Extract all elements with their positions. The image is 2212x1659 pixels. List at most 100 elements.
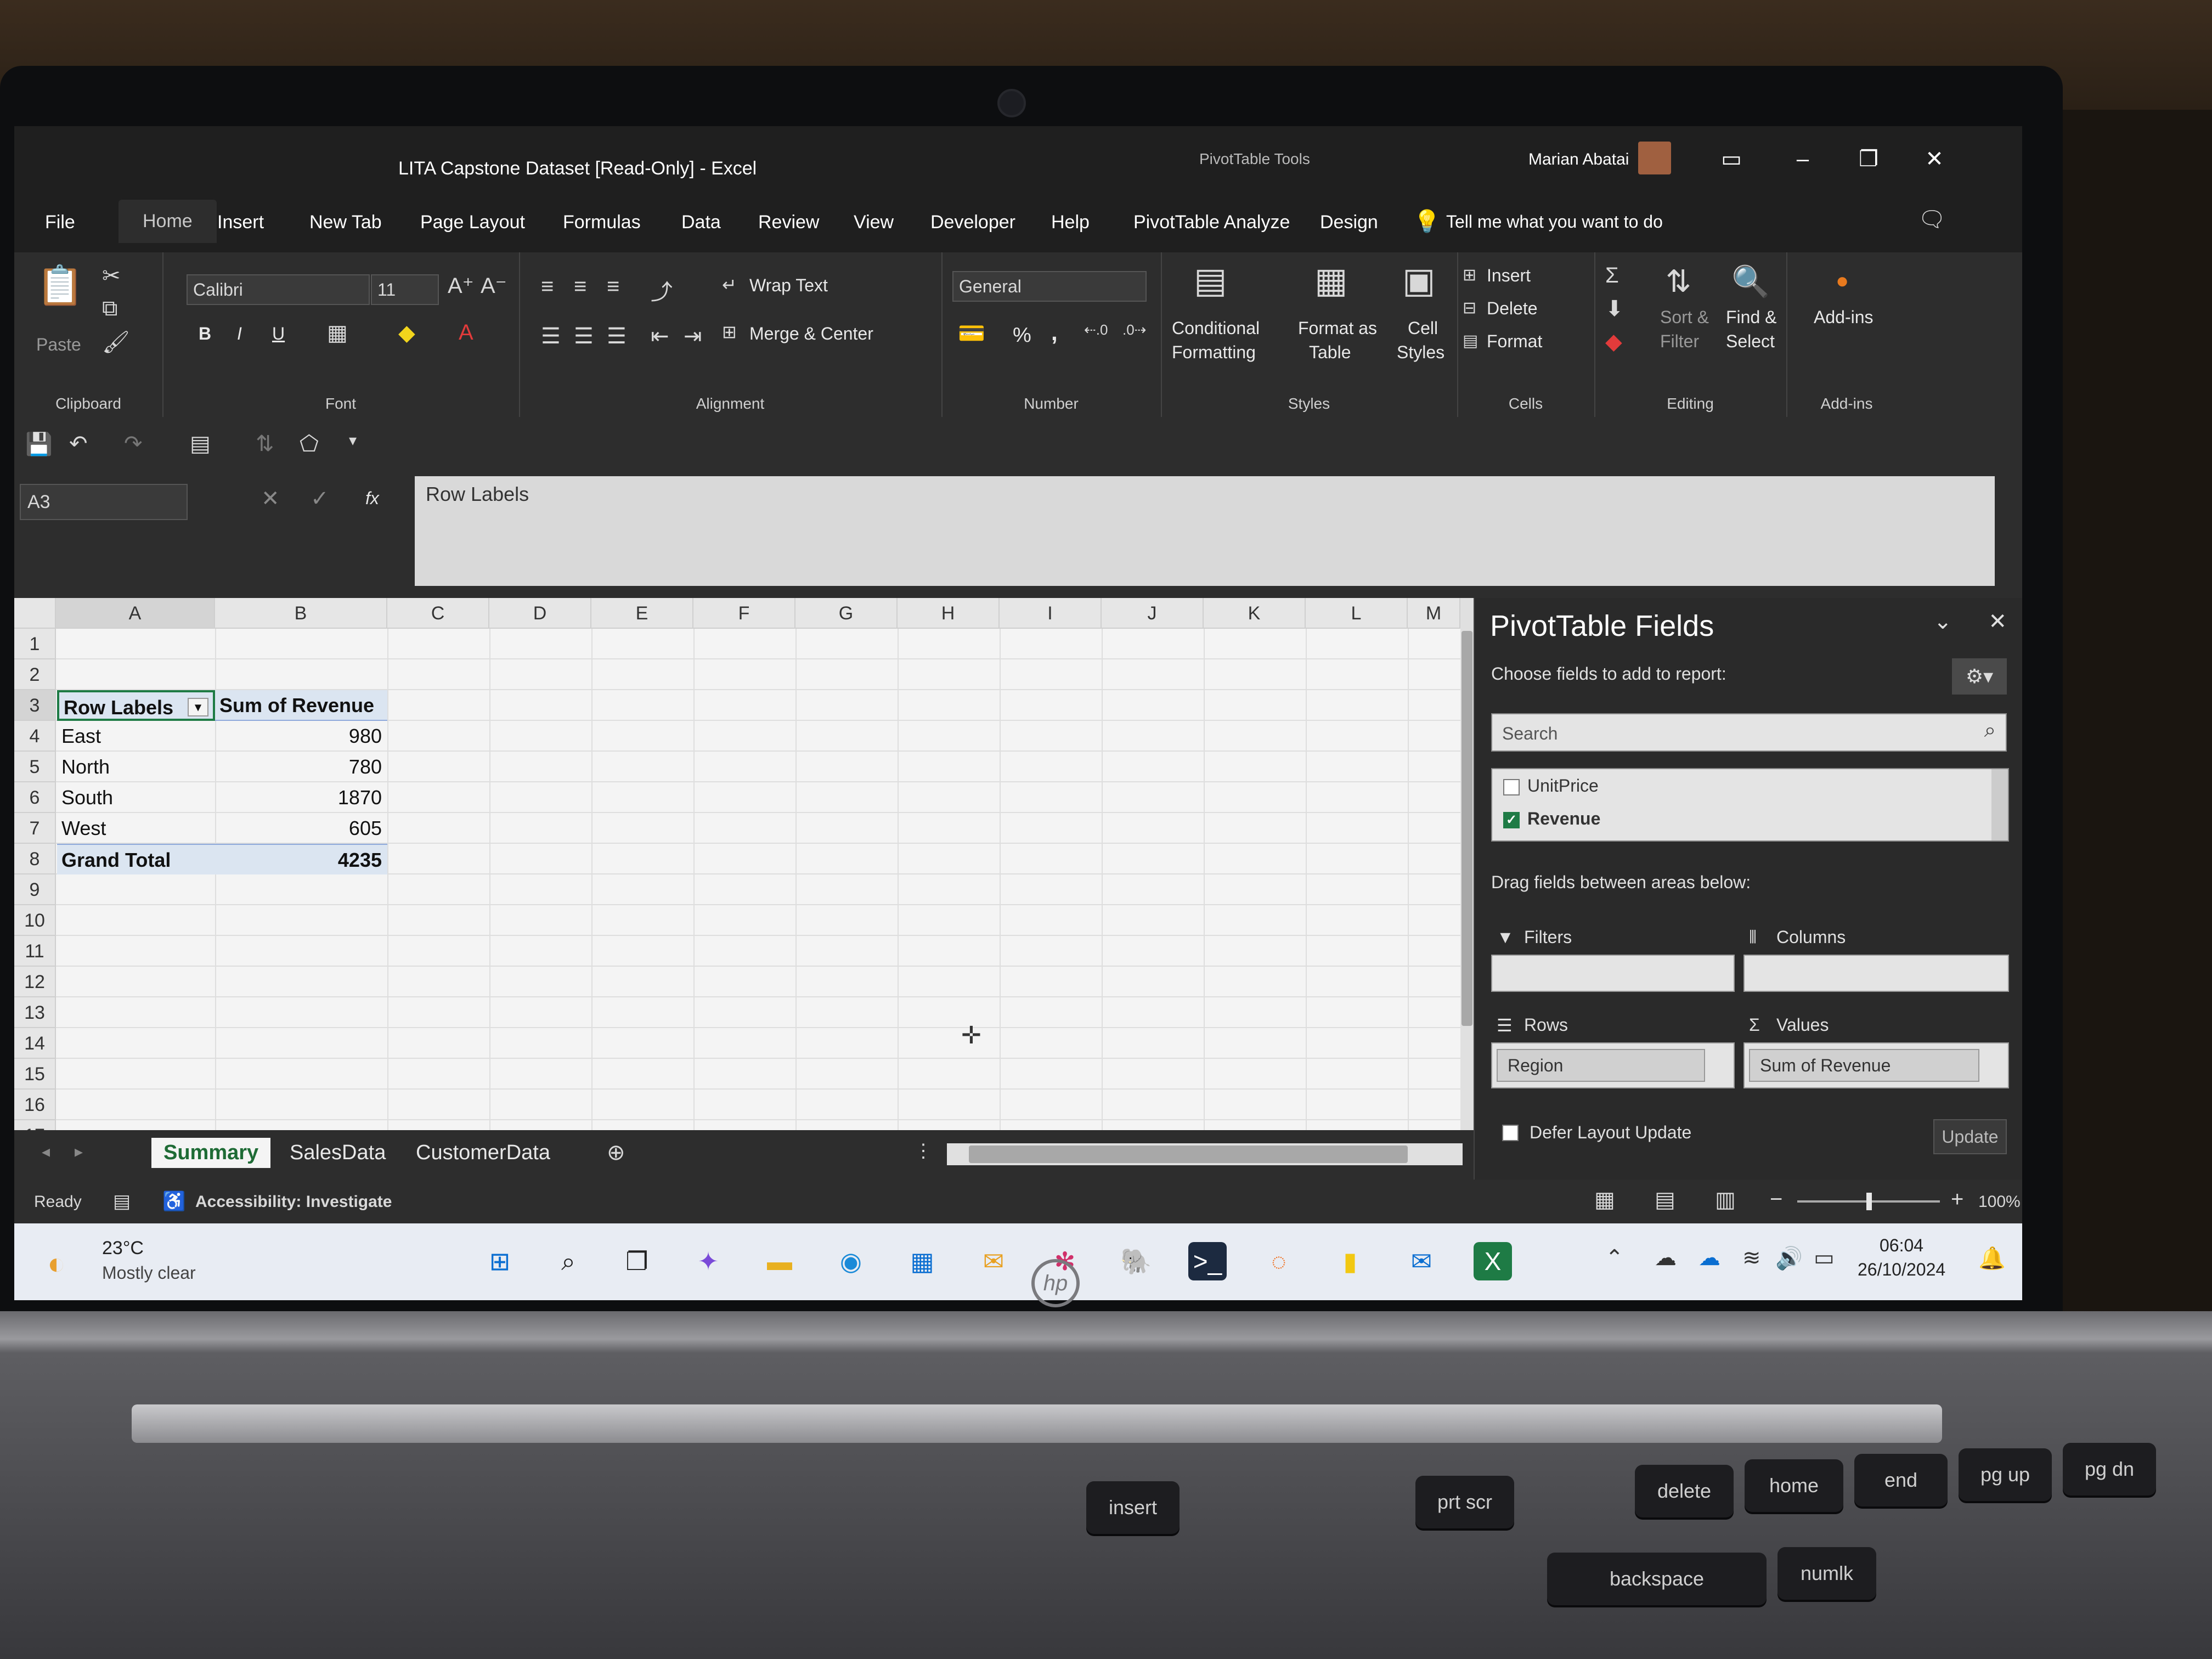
pivot-row-label[interactable]: West (57, 813, 215, 844)
redo-icon[interactable]: ↷ (124, 431, 143, 456)
column-header-g[interactable]: G (795, 598, 898, 629)
sheet-next-icon[interactable]: ▸ (75, 1142, 83, 1161)
row-header[interactable]: 12 (14, 967, 56, 997)
key-backspace[interactable]: backspace (1547, 1553, 1767, 1605)
start-icon[interactable]: ⊞ (481, 1242, 519, 1280)
increase-font-icon[interactable]: A⁺ (448, 273, 474, 298)
horizontal-scrollbar[interactable] (947, 1143, 1463, 1165)
field-checkbox-unchecked-icon[interactable] (1503, 778, 1520, 795)
percent-button[interactable]: % (1013, 324, 1031, 347)
insert-cells-button[interactable]: Insert (1487, 266, 1531, 286)
field-checkbox-checked-icon[interactable]: ✓ (1503, 811, 1520, 828)
align-middle-icon[interactable]: ≡ (574, 274, 586, 299)
key-home[interactable]: home (1745, 1459, 1843, 1512)
conditional-formatting-label2[interactable]: Formatting (1172, 342, 1256, 363)
sheet-tab-customerdata[interactable]: CustomerData (404, 1138, 562, 1168)
comma-button[interactable]: , (1051, 319, 1058, 346)
scrollbar-thumb[interactable] (1462, 631, 1472, 1026)
avatar[interactable] (1638, 142, 1671, 174)
paste-button[interactable]: Paste (36, 335, 81, 355)
update-button[interactable]: Update (1933, 1119, 2007, 1154)
weather-description[interactable]: Mostly clear (102, 1263, 196, 1283)
copy-icon[interactable]: ⧉ (102, 296, 118, 321)
filters-drop-area[interactable] (1491, 955, 1735, 992)
italic-button[interactable]: I (237, 324, 242, 344)
row-header[interactable]: 10 (14, 905, 56, 936)
cell-styles-label2[interactable]: Styles (1397, 342, 1444, 363)
cell-styles-icon[interactable]: ▣ (1402, 260, 1435, 301)
pane-close-icon[interactable]: ✕ (1988, 609, 2007, 634)
increase-decimal-icon[interactable]: ⇠.0 (1084, 321, 1108, 338)
restore-button[interactable]: ❐ (1852, 143, 1885, 176)
font-color-icon[interactable]: A (459, 320, 473, 345)
pivot-row-value[interactable]: 1870 (215, 782, 387, 813)
rows-item-region[interactable]: Region (1497, 1049, 1705, 1082)
volume-icon[interactable]: 🔊 (1775, 1245, 1803, 1271)
tell-me-box[interactable]: Tell me what you want to do (1446, 212, 1663, 232)
select-all-corner[interactable] (14, 598, 56, 629)
tab-home[interactable]: Home (119, 200, 217, 243)
comments-icon[interactable]: 🗨 (1918, 206, 1946, 232)
cell-styles-label1[interactable]: Cell (1408, 318, 1438, 338)
h-scrollbar-thumb[interactable] (969, 1146, 1408, 1163)
copilot-icon[interactable]: ✦ (689, 1242, 727, 1280)
tab-file[interactable]: File (45, 212, 75, 233)
clock-time[interactable]: 06:04 (1880, 1235, 1923, 1256)
columns-drop-area[interactable] (1743, 955, 2009, 992)
fill-color-icon[interactable]: ◆ (398, 320, 415, 346)
paste-icon[interactable]: 📋 (36, 263, 84, 308)
borders-icon[interactable]: ▦ (327, 320, 348, 346)
field-search-input[interactable]: Search (1491, 713, 2007, 752)
find-select-label1[interactable]: Find & (1726, 307, 1776, 328)
align-center-icon[interactable]: ☰ (574, 324, 594, 349)
tab-help[interactable]: Help (1051, 212, 1090, 233)
format-cells-button[interactable]: Format (1487, 331, 1542, 352)
orientation-icon[interactable]: ⤴ (651, 274, 673, 306)
worksheet-grid[interactable]: A B C D E F G H I J K L M 1 2 3 4 5 6 7 … (14, 598, 1474, 1147)
tab-design[interactable]: Design (1320, 212, 1378, 233)
row-header[interactable]: 3 (14, 690, 56, 721)
sheet-prev-icon[interactable]: ◂ (42, 1142, 50, 1161)
close-button[interactable]: ✕ (1918, 143, 1951, 176)
tab-pivottable-analyze[interactable]: PivotTable Analyze (1133, 212, 1290, 233)
store-icon[interactable]: ▦ (903, 1242, 941, 1280)
cloud-icon[interactable]: ☁ (1655, 1245, 1677, 1271)
row-header[interactable]: 8 (14, 844, 56, 874)
task-view-icon[interactable]: ❐ (618, 1242, 656, 1280)
vertical-scrollbar[interactable] (1460, 598, 1474, 1147)
macro-record-icon[interactable]: ▤ (113, 1190, 131, 1212)
bold-button[interactable]: B (199, 324, 211, 344)
page-break-view-icon[interactable]: ▥ (1715, 1187, 1736, 1212)
pivot-row-label[interactable]: East (57, 721, 215, 752)
weather-temperature[interactable]: 23°C (102, 1238, 144, 1259)
autosum-icon[interactable]: Σ (1605, 263, 1619, 288)
pivot-grand-total-label[interactable]: Grand Total (57, 844, 215, 874)
sort-icon[interactable]: ⇅ (256, 431, 274, 456)
zoom-slider[interactable] (1797, 1193, 1940, 1210)
row-header[interactable]: 13 (14, 997, 56, 1028)
terminal-icon[interactable]: >_ (1188, 1242, 1227, 1280)
shapes-icon[interactable]: ⬠ (300, 431, 319, 456)
decrease-font-icon[interactable]: A⁻ (481, 273, 507, 298)
customize-qat-icon[interactable]: ▾ (349, 431, 357, 449)
notification-bell-icon[interactable]: 🔔 (1978, 1245, 2006, 1271)
column-header-d[interactable]: D (489, 598, 591, 629)
formula-input[interactable]: Row Labels (415, 476, 1995, 586)
pivot-row-value[interactable]: 980 (215, 721, 387, 752)
pivot-header-row-labels[interactable]: Row Labels ▾ (57, 690, 215, 721)
powerbi-icon[interactable]: ▮ (1331, 1242, 1369, 1280)
undo-icon[interactable]: ↶ (69, 431, 88, 456)
tab-developer[interactable]: Developer (930, 212, 1015, 233)
row-header[interactable]: 1 (14, 629, 56, 659)
enter-icon[interactable]: ✓ (311, 486, 329, 511)
format-painter-icon[interactable]: 🖌 (102, 329, 130, 355)
accounting-format-icon[interactable]: 💳 (958, 320, 985, 346)
format-as-table-icon[interactable]: ▦ (1314, 260, 1347, 301)
key-delete[interactable]: delete (1635, 1465, 1734, 1517)
file-explorer-icon[interactable]: ▬ (760, 1242, 799, 1280)
align-left-icon[interactable]: ☰ (541, 324, 561, 349)
row-header[interactable]: 9 (14, 874, 56, 905)
pivot-row-value[interactable]: 605 (215, 813, 387, 844)
page-layout-view-icon[interactable]: ▤ (1655, 1187, 1675, 1212)
addins-icon[interactable]: ● (1836, 269, 1849, 294)
